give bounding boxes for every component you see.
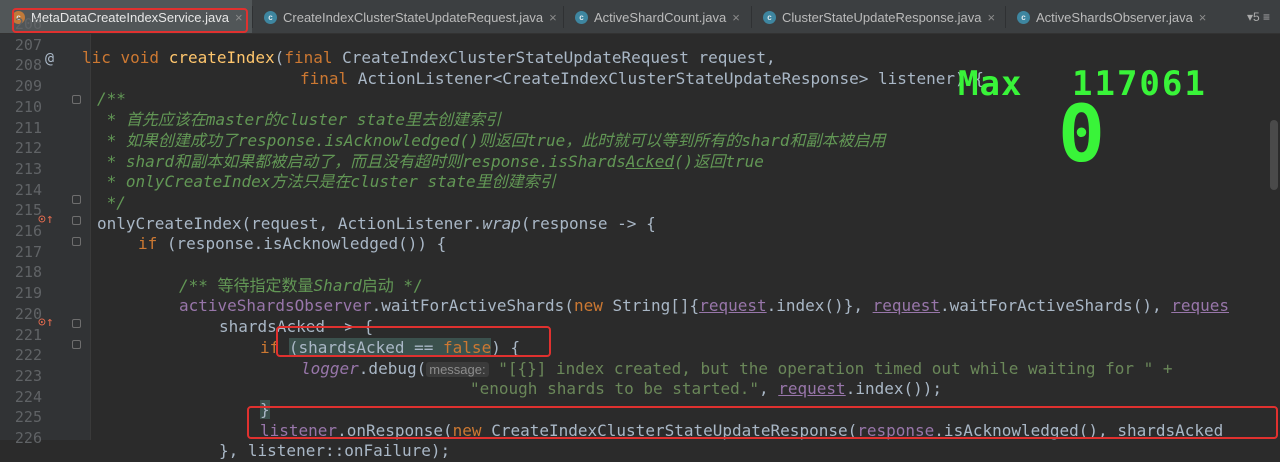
highlight-box-active-tab — [12, 8, 248, 33]
close-icon[interactable]: × — [987, 10, 995, 25]
line-number: 216 — [14, 222, 42, 240]
code-line-209: /** — [97, 89, 126, 109]
line-number: 219 — [14, 284, 42, 303]
highlight-box-on-response — [247, 406, 1278, 439]
fold-marker-icon[interactable] — [72, 216, 81, 225]
line-number: 209 — [14, 77, 42, 96]
code-line-216: if (response.isAcknowledged()) { — [138, 234, 447, 254]
tab-active-shard-count[interactable]: c ActiveShardCount.java × — [564, 0, 751, 33]
close-icon[interactable]: × — [1199, 10, 1207, 25]
java-class-icon: c — [763, 10, 776, 24]
line-number: 207 — [14, 35, 42, 54]
tab-cluster-state-update-response[interactable]: c ClusterStateUpdateResponse.java × — [752, 0, 1005, 33]
code-line-222: logger.debug(message: "[{}] index create… — [301, 358, 1173, 378]
tab-active-shards-observer[interactable]: c ActiveShardsObserver.java × — [1006, 0, 1219, 33]
line-number: 222 — [14, 346, 42, 365]
tab-overflow-menu[interactable]: ▾5 ≡ — [1247, 0, 1270, 33]
code-line-226: }, listener::onFailure); — [219, 441, 451, 461]
tab-label: CreateIndexClusterStateUpdateRequest.jav… — [283, 9, 544, 25]
tab-label: ActiveShardsObserver.java — [1036, 9, 1193, 25]
override-marker-icon[interactable]: ⊙↑ — [38, 313, 54, 334]
line-number: 223 — [14, 366, 42, 385]
code-line-223: "enough shards to be started.", request.… — [470, 379, 943, 399]
line-number: 210 — [14, 97, 42, 116]
fold-marker-icon[interactable] — [72, 95, 81, 104]
highlight-box-shards-acked-check — [276, 326, 551, 357]
line-number: 213 — [14, 159, 42, 178]
parameter-hint: message: — [426, 361, 489, 377]
code-line-214: */ — [97, 192, 126, 212]
override-marker-icon[interactable]: ⊙↑ — [38, 210, 54, 231]
close-icon[interactable]: × — [732, 10, 740, 25]
code-line-213: * onlyCreateIndex方法只是在cluster state里创建索引 — [97, 172, 556, 192]
line-number: 211 — [14, 118, 42, 137]
close-icon[interactable]: × — [549, 10, 557, 25]
java-class-icon: c — [1017, 10, 1030, 24]
fold-marker-icon[interactable] — [72, 237, 81, 246]
line-number: 208 — [14, 56, 42, 75]
line-number: 212 — [14, 139, 42, 158]
code-line-219: activeShardsObserver.waitForActiveShards… — [179, 296, 1230, 316]
code-line-218: /** 等待指定数量Shard启动 */ — [179, 275, 423, 295]
annotation-icon[interactable]: @ — [45, 48, 54, 69]
line-number: 215 — [14, 201, 42, 220]
fold-marker-icon[interactable] — [72, 319, 81, 328]
code-line-212: * shard和副本如果都被启动了，而且没有超时则response.isShar… — [97, 151, 764, 171]
counter-value: 0 — [1058, 90, 1105, 180]
tab-create-index-cluster-state-update-request[interactable]: c CreateIndexClusterStateUpdateRequest.j… — [253, 0, 563, 33]
code-line-208: final ActionListener<CreateIndexClusterS… — [300, 68, 984, 88]
max-label: Max — [958, 64, 1023, 104]
tab-label: ClusterStateUpdateResponse.java — [782, 9, 982, 25]
line-number: 220 — [14, 304, 42, 323]
line-number: 226 — [14, 429, 42, 447]
line-number: 214 — [14, 180, 42, 199]
line-number: 225 — [14, 408, 42, 427]
tab-label: ActiveShardCount.java — [594, 9, 727, 25]
line-number: 224 — [14, 387, 42, 406]
line-number: 218 — [14, 263, 42, 282]
vertical-scrollbar[interactable] — [1270, 120, 1278, 190]
java-class-icon: c — [575, 10, 588, 24]
code-line-211: * 如果创建成功了response.isAcknowledged()则返回tru… — [97, 130, 886, 150]
java-class-icon: c — [264, 10, 277, 24]
line-number: 221 — [14, 325, 42, 344]
code-line-207: lic void createIndex(final CreateIndexCl… — [82, 48, 776, 67]
code-line-210: * 首先应该在master的cluster state里去创建索引 — [97, 110, 501, 130]
line-number: 217 — [14, 242, 42, 261]
fold-marker-icon[interactable] — [72, 340, 81, 349]
code-line-215: onlyCreateIndex(request, ActionListener.… — [97, 213, 656, 233]
fold-marker-icon[interactable] — [72, 195, 81, 204]
